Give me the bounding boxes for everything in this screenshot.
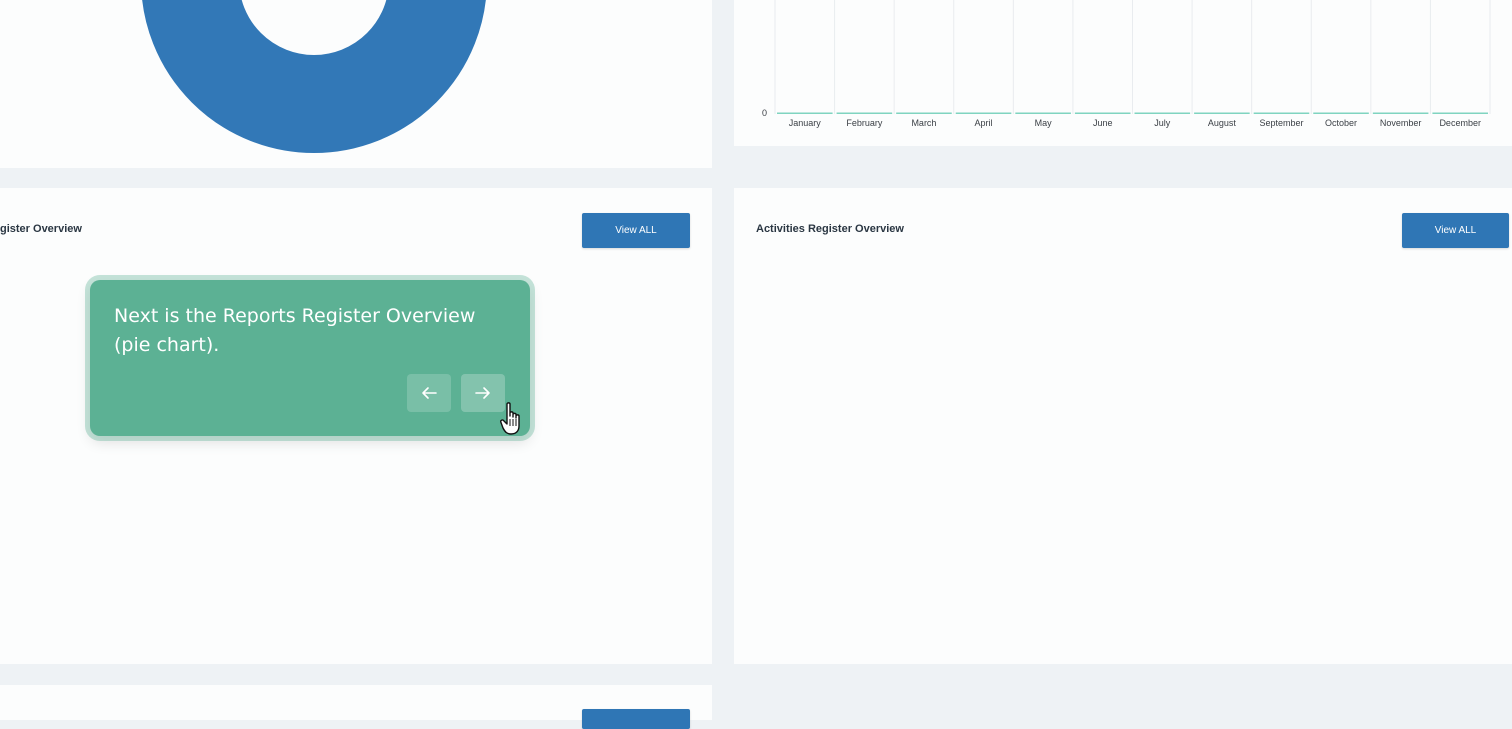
- bar-december[interactable]: [1432, 112, 1488, 115]
- tour-tooltip: Next is the Reports Register Overview (p…: [90, 280, 530, 436]
- tour-prev-button[interactable]: [407, 374, 451, 412]
- donut-chart: [142, 0, 486, 153]
- reports-register-title: gister Overview: [0, 223, 82, 235]
- tour-next-button[interactable]: [461, 374, 505, 412]
- bar-june[interactable]: [1074, 112, 1131, 115]
- monthly-bar-chart: 0 January February March April May June July Aug…: [762, 0, 1491, 128]
- bar-january[interactable]: [777, 112, 833, 115]
- reports-view-all-button[interactable]: View ALL: [582, 213, 690, 248]
- activities-view-all-button[interactable]: View ALL: [1402, 213, 1509, 248]
- bar-september[interactable]: [1253, 112, 1310, 115]
- activities-register-card: [734, 188, 1512, 664]
- x-tick-label-april: April: [975, 118, 993, 128]
- bar-may[interactable]: [1015, 112, 1071, 115]
- y-tick-label: 0: [762, 108, 767, 118]
- monthly-bar-chart-card: 0 January February March April May June July Aug…: [734, 0, 1512, 146]
- x-tick-label-may: May: [1035, 118, 1053, 128]
- x-tick-label-october: October: [1325, 118, 1357, 128]
- x-tick-label-august: August: [1208, 118, 1237, 128]
- activities-register-title: Activities Register Overview: [756, 223, 904, 235]
- x-tick-label-september: September: [1259, 118, 1303, 128]
- x-tick-label-march: March: [911, 118, 936, 128]
- x-tick-label-december: December: [1439, 118, 1481, 128]
- arrow-left-icon: [422, 387, 437, 399]
- bar-october[interactable]: [1313, 112, 1369, 115]
- bottom-view-all-button[interactable]: [582, 709, 690, 729]
- arrow-right-icon: [475, 387, 490, 399]
- bar-march[interactable]: [896, 112, 952, 115]
- donut-chart-card: [0, 0, 712, 168]
- tour-message: Next is the Reports Register Overview (p…: [114, 305, 476, 356]
- bar-november[interactable]: [1372, 112, 1429, 115]
- x-tick-label-july: July: [1154, 118, 1171, 128]
- donut-ring[interactable]: [142, 0, 486, 153]
- bar-august[interactable]: [1194, 112, 1250, 115]
- x-tick-label-june: June: [1093, 118, 1113, 128]
- bar-july[interactable]: [1134, 112, 1191, 115]
- bar-february[interactable]: [836, 112, 893, 115]
- x-tick-label-february: February: [846, 118, 883, 128]
- hand-pointer-cursor-icon: [500, 402, 520, 435]
- bar-april[interactable]: [955, 112, 1012, 115]
- x-tick-label-november: November: [1380, 118, 1422, 128]
- x-tick-label-january: January: [789, 118, 822, 128]
